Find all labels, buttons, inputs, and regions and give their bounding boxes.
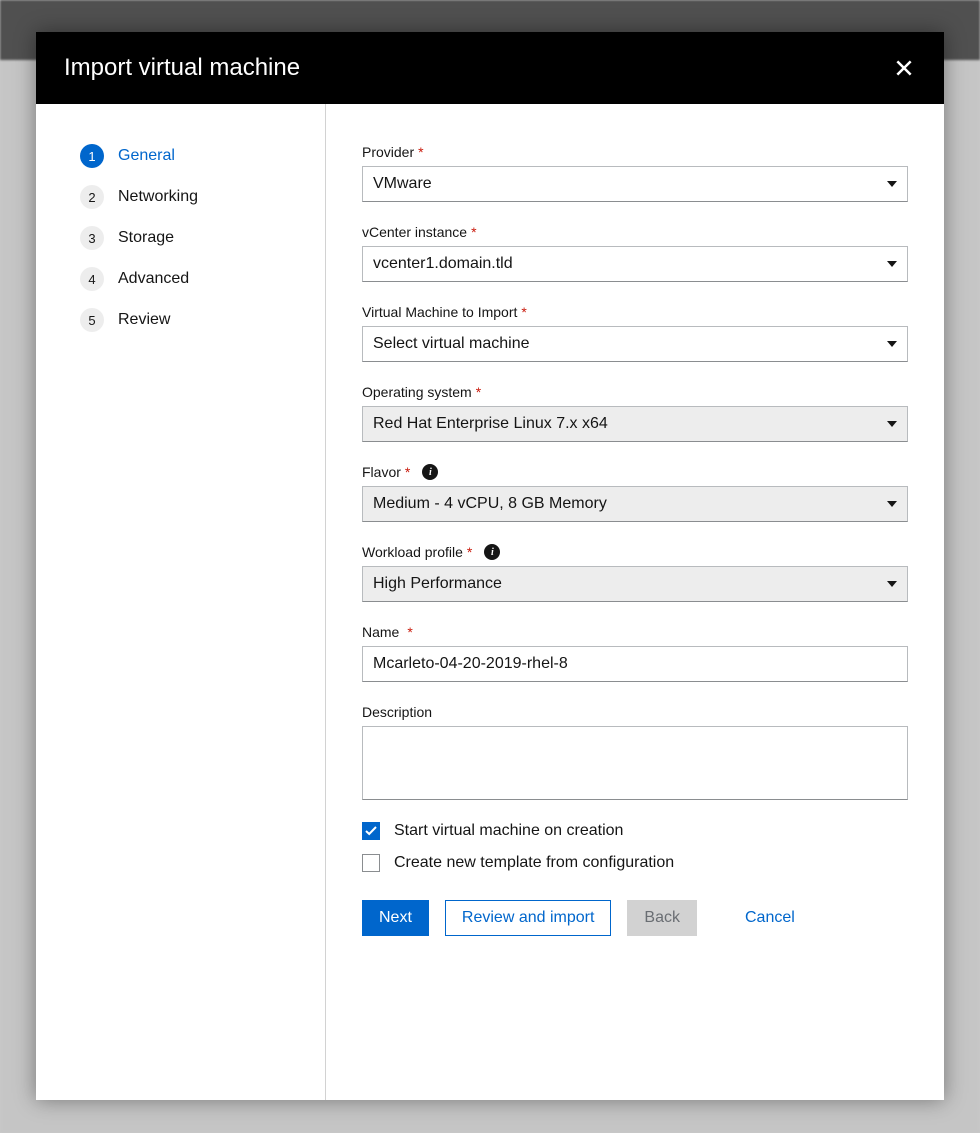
provider-label: Provider* <box>362 144 908 160</box>
next-button[interactable]: Next <box>362 900 429 936</box>
form-content: Provider* VMware vCenter instance* vcent… <box>326 104 944 1100</box>
caret-down-icon <box>887 581 897 587</box>
caret-down-icon <box>887 181 897 187</box>
caret-down-icon <box>887 501 897 507</box>
review-import-button[interactable]: Review and import <box>445 900 612 936</box>
flavor-select[interactable]: Medium - 4 vCPU, 8 GB Memory <box>362 486 908 522</box>
step-number: 3 <box>80 226 104 250</box>
name-label: Name* <box>362 624 908 640</box>
modal-title: Import virtual machine <box>64 54 300 82</box>
description-label: Description <box>362 704 908 720</box>
vm-select[interactable]: Select virtual machine <box>362 326 908 362</box>
step-label: General <box>118 147 175 165</box>
vcenter-select[interactable]: vcenter1.domain.tld <box>362 246 908 282</box>
import-vm-modal: Import virtual machine 1 General 2 Netwo… <box>36 32 944 1100</box>
flavor-label: Flavor* i <box>362 464 908 480</box>
start-on-create-checkbox[interactable] <box>362 822 380 840</box>
description-textarea[interactable] <box>362 726 908 800</box>
close-button[interactable] <box>890 54 918 82</box>
create-template-label: Create new template from configuration <box>394 854 674 872</box>
vm-label: Virtual Machine to Import* <box>362 304 908 320</box>
name-input[interactable] <box>362 646 908 682</box>
create-template-checkbox[interactable] <box>362 854 380 872</box>
wizard-sidebar: 1 General 2 Networking 3 Storage 4 Advan… <box>36 104 326 1100</box>
back-button: Back <box>627 900 697 936</box>
step-label: Advanced <box>118 270 189 288</box>
cancel-button[interactable]: Cancel <box>737 900 803 936</box>
step-number: 5 <box>80 308 104 332</box>
workload-value: High Performance <box>373 575 502 593</box>
step-number: 2 <box>80 185 104 209</box>
workload-label: Workload profile* i <box>362 544 908 560</box>
step-label: Networking <box>118 188 198 206</box>
provider-value: VMware <box>373 175 432 193</box>
os-value: Red Hat Enterprise Linux 7.x x64 <box>373 415 608 433</box>
caret-down-icon <box>887 261 897 267</box>
flavor-value: Medium - 4 vCPU, 8 GB Memory <box>373 495 607 513</box>
step-networking[interactable]: 2 Networking <box>80 185 325 209</box>
step-storage[interactable]: 3 Storage <box>80 226 325 250</box>
step-number: 4 <box>80 267 104 291</box>
os-label: Operating system* <box>362 384 908 400</box>
info-icon[interactable]: i <box>422 464 438 480</box>
caret-down-icon <box>887 421 897 427</box>
provider-select[interactable]: VMware <box>362 166 908 202</box>
caret-down-icon <box>887 341 897 347</box>
step-number: 1 <box>80 144 104 168</box>
vcenter-value: vcenter1.domain.tld <box>373 255 513 273</box>
step-general[interactable]: 1 General <box>80 144 325 168</box>
info-icon[interactable]: i <box>484 544 500 560</box>
wizard-footer: Next Review and import Back Cancel <box>362 900 908 936</box>
vm-value: Select virtual machine <box>373 335 530 353</box>
modal-header: Import virtual machine <box>36 32 944 104</box>
step-review[interactable]: 5 Review <box>80 308 325 332</box>
step-advanced[interactable]: 4 Advanced <box>80 267 325 291</box>
step-label: Storage <box>118 229 174 247</box>
workload-select[interactable]: High Performance <box>362 566 908 602</box>
close-icon <box>894 58 914 78</box>
check-icon <box>365 826 377 836</box>
start-on-create-label: Start virtual machine on creation <box>394 822 623 840</box>
vcenter-label: vCenter instance* <box>362 224 908 240</box>
step-label: Review <box>118 311 170 329</box>
os-select[interactable]: Red Hat Enterprise Linux 7.x x64 <box>362 406 908 442</box>
